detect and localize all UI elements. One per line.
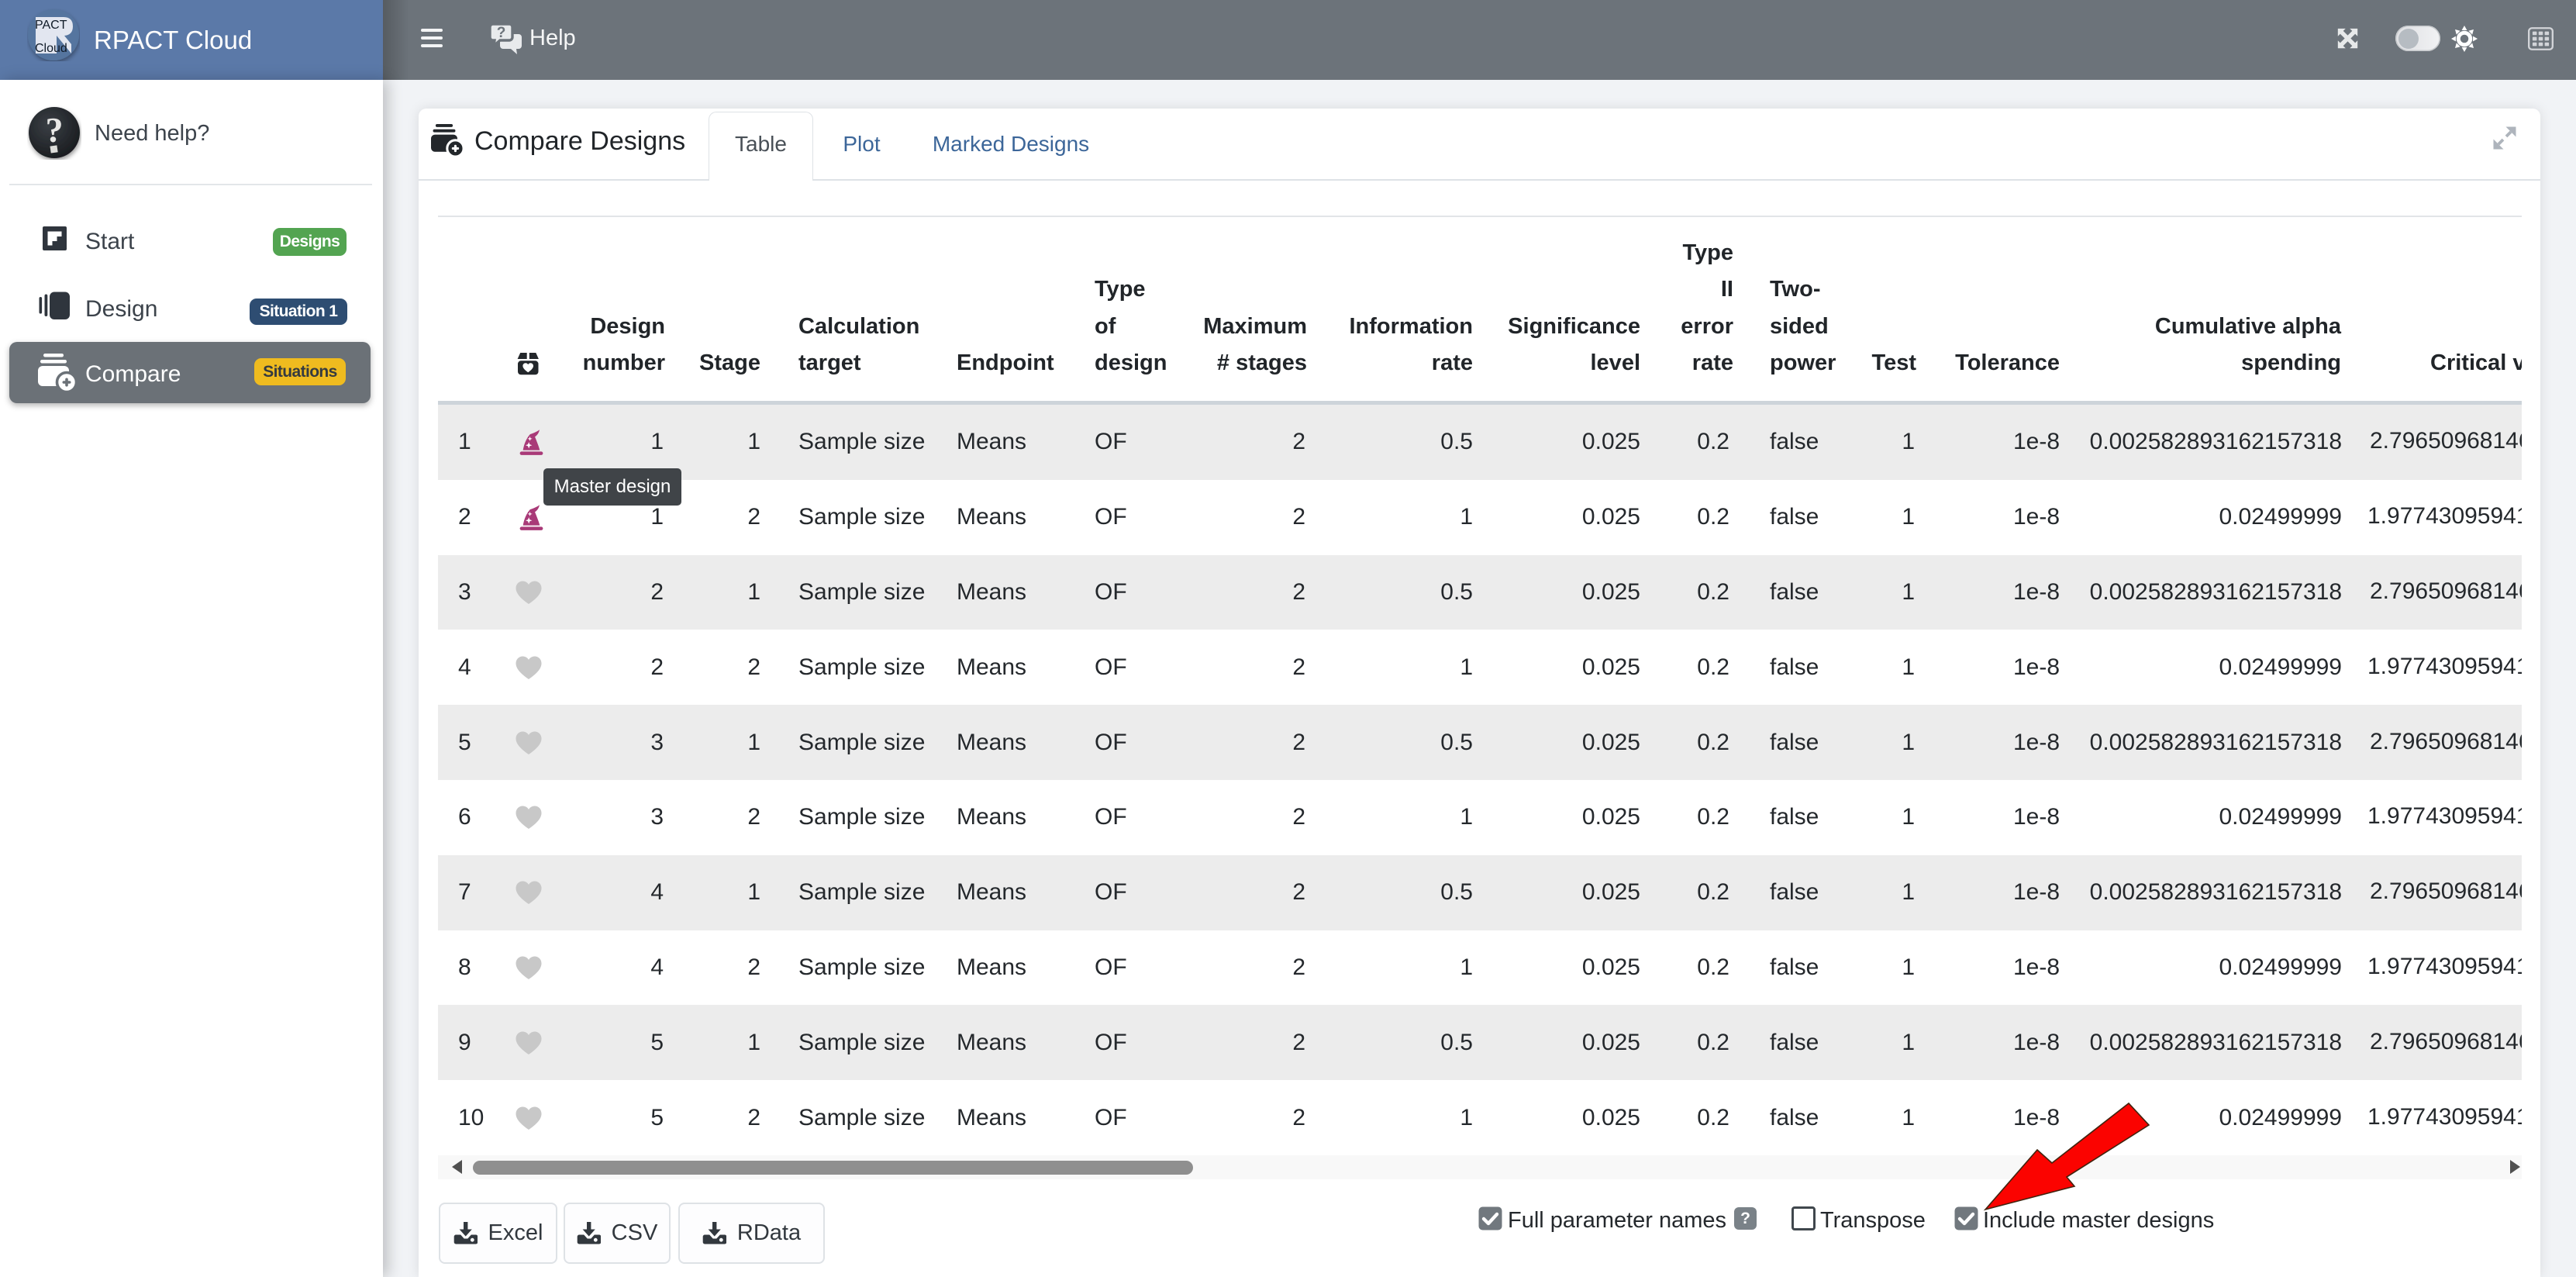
svg-text:Cloud: Cloud: [35, 42, 67, 55]
svg-text:PACT: PACT: [35, 19, 67, 32]
svg-text:?: ?: [497, 25, 506, 41]
svg-text:?: ?: [46, 110, 64, 150]
